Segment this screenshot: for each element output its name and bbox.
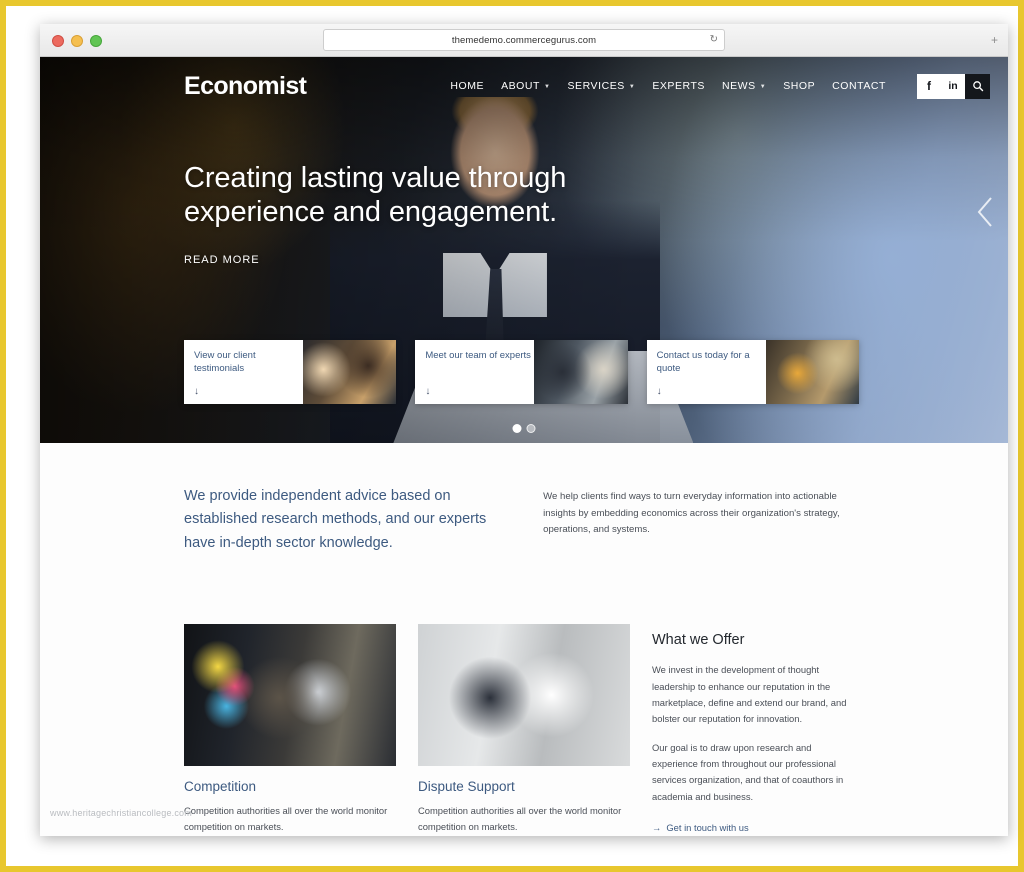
- window-controls: [52, 35, 102, 47]
- close-window-button[interactable]: [52, 35, 64, 47]
- new-tab-icon[interactable]: +: [991, 34, 998, 46]
- service-card-image: [418, 624, 630, 767]
- chevron-down-icon: ▼: [759, 84, 767, 90]
- address-bar[interactable]: themedemo.commercegurus.com ↻: [323, 29, 725, 51]
- what-we-offer-paragraph-2: Our goal is to draw upon research and ex…: [652, 742, 844, 802]
- chevron-down-icon: ▼: [628, 84, 636, 90]
- minimize-window-button[interactable]: [71, 35, 83, 47]
- search-button[interactable]: [965, 73, 990, 99]
- nav-label: CONTACT: [832, 80, 886, 92]
- social-icon-box: f in: [917, 73, 965, 99]
- slider-prev-button[interactable]: [974, 195, 996, 234]
- arrow-down-icon: ↓: [425, 386, 431, 397]
- nav-label: SHOP: [783, 80, 816, 92]
- promo-card-text: Meet our team of experts ↓: [415, 340, 534, 404]
- get-in-touch-link[interactable]: → Get in touch with us: [652, 822, 749, 833]
- nav-item-experts[interactable]: EXPERTS: [652, 80, 705, 92]
- promo-card-label: View our client testimonials: [194, 350, 256, 375]
- service-card-title[interactable]: Dispute Support: [418, 779, 630, 794]
- intro-lead-text: We provide independent advice based on e…: [184, 488, 487, 551]
- nav-label: NEWS: [722, 80, 756, 92]
- nav-label: ABOUT: [501, 80, 540, 92]
- chevron-down-icon: ▼: [544, 84, 551, 90]
- slider-pagination: [512, 424, 536, 433]
- arrow-right-icon: →: [652, 821, 662, 833]
- service-card-description: Competition authorities all over the wor…: [184, 805, 388, 832]
- what-we-offer-paragraph-1: We invest in the development of thought …: [652, 664, 847, 724]
- reload-icon[interactable]: ↻: [710, 35, 718, 45]
- hero-title: Creating lasting value through experienc…: [184, 162, 567, 229]
- watermark-text: www.heritagechristiancollege.com: [50, 808, 192, 818]
- what-we-offer-column: What we Offer We invest in the developme…: [652, 624, 857, 835]
- promo-card-text: View our client testimonials ↓: [184, 340, 303, 404]
- service-card-dispute-support[interactable]: Dispute Support Competition authorities …: [418, 624, 630, 835]
- get-in-touch-label: Get in touch with us: [666, 821, 749, 833]
- linkedin-icon[interactable]: in: [941, 74, 965, 99]
- main-navigation: HOME ABOUT ▼ SERVICES ▼ EXPERTS NEWS ▼ S…: [450, 73, 990, 99]
- nav-label: SERVICES: [567, 80, 625, 92]
- promo-card-label: Contact us today for a quote: [656, 350, 750, 375]
- slider-dot-1[interactable]: [512, 424, 522, 433]
- social-links: f in: [917, 73, 990, 99]
- nav-item-news[interactable]: NEWS ▼: [722, 80, 766, 92]
- nav-item-shop[interactable]: SHOP: [783, 80, 815, 92]
- maximize-window-button[interactable]: [90, 35, 102, 47]
- promo-card-text: Contact us today for a quote ↓: [647, 340, 766, 404]
- frame-inner: themedemo.commercegurus.com ↻ + Economis…: [12, 12, 1012, 860]
- service-card-image: [184, 624, 396, 767]
- arrow-down-icon: ↓: [194, 386, 199, 397]
- promo-card-experts[interactable]: Meet our team of experts ↓: [415, 340, 628, 404]
- search-icon: [972, 81, 983, 92]
- nav-label: EXPERTS: [652, 80, 705, 92]
- chevron-left-icon: [977, 197, 992, 227]
- service-card-title[interactable]: Competition: [184, 779, 396, 794]
- nav-item-home[interactable]: HOME: [450, 80, 484, 92]
- nav-label: HOME: [450, 80, 485, 92]
- hero-promo-cards: View our client testimonials ↓ Meet our …: [184, 340, 859, 404]
- slider-dot-2[interactable]: [526, 424, 536, 433]
- hero-section: Economist HOME ABOUT ▼ SERVICES ▼ EXPERT…: [40, 57, 1008, 443]
- hero-copy: Creating lasting value through experienc…: [184, 161, 604, 266]
- offer-section: Competition Competition authorities all …: [40, 555, 1008, 836]
- outer-frame: themedemo.commercegurus.com ↻ + Economis…: [0, 0, 1024, 872]
- promo-card-quote[interactable]: Contact us today for a quote ↓: [646, 340, 859, 404]
- promo-card-label: Meet our team of experts: [425, 350, 531, 361]
- promo-card-image: [765, 340, 859, 404]
- site-header: Economist HOME ABOUT ▼ SERVICES ▼ EXPERT…: [40, 57, 1008, 115]
- browser-chrome-bar: themedemo.commercegurus.com ↻ +: [40, 24, 1008, 57]
- service-card-description: Competition authorities all over the wor…: [418, 805, 622, 832]
- promo-card-testimonials[interactable]: View our client testimonials ↓: [184, 340, 397, 404]
- nav-item-about[interactable]: ABOUT ▼: [501, 80, 550, 92]
- read-more-button[interactable]: READ MORE: [184, 254, 604, 266]
- intro-body-text: We help clients find ways to turn everyd…: [543, 491, 840, 535]
- what-we-offer-heading: What we Offer: [652, 632, 745, 649]
- promo-card-image: [534, 340, 628, 404]
- site-logo[interactable]: Economist: [184, 72, 307, 101]
- nav-item-services[interactable]: SERVICES ▼: [568, 80, 636, 92]
- page-viewport: Economist HOME ABOUT ▼ SERVICES ▼ EXPERT…: [40, 57, 1008, 836]
- browser-window: themedemo.commercegurus.com ↻ + Economis…: [40, 24, 1008, 836]
- nav-item-contact[interactable]: CONTACT: [832, 80, 886, 92]
- facebook-icon[interactable]: f: [917, 74, 941, 99]
- promo-card-image: [302, 340, 397, 404]
- url-text: themedemo.commercegurus.com: [451, 34, 597, 46]
- arrow-down-icon: ↓: [656, 386, 662, 397]
- service-card-competition[interactable]: Competition Competition authorities all …: [184, 624, 396, 835]
- intro-section: We provide independent advice based on e…: [40, 443, 1008, 556]
